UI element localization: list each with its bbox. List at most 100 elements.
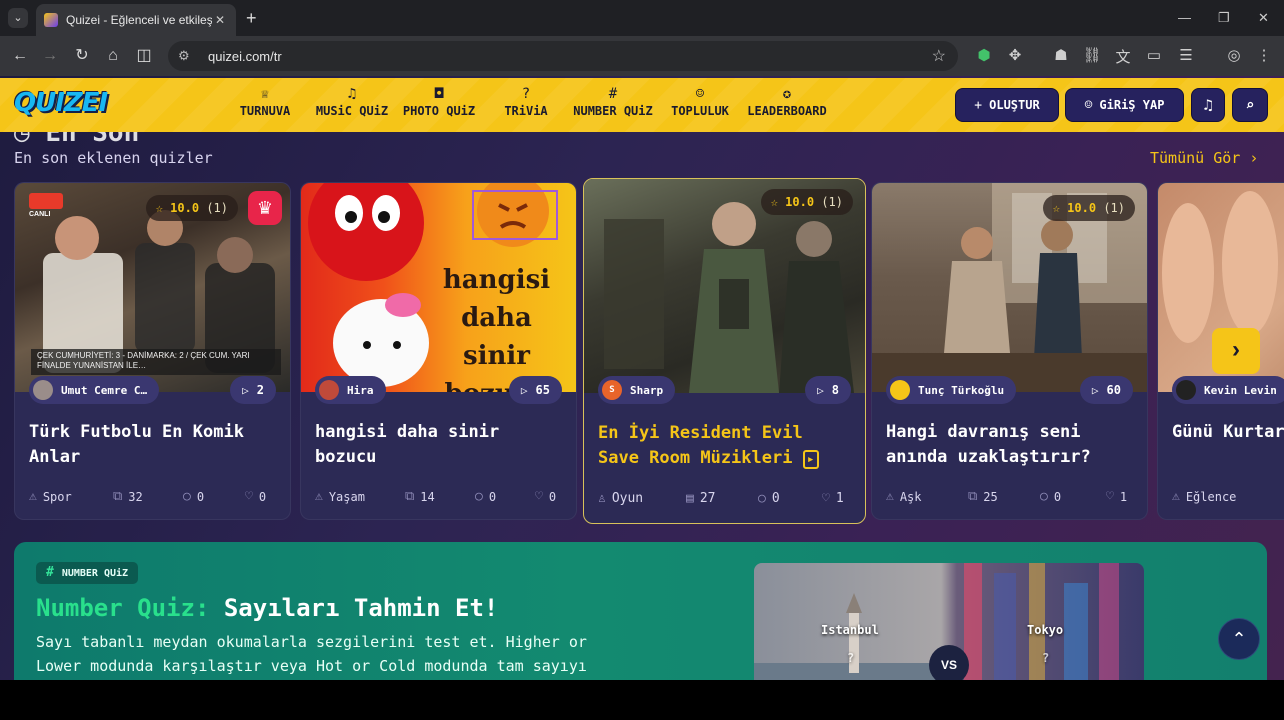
left-question-mark: ? (847, 651, 855, 665)
notifications-button[interactable]: ♫ (1191, 88, 1225, 122)
right-question-mark: ? (1042, 651, 1050, 665)
trophy-icon: ♕ (260, 86, 270, 102)
avatar (33, 380, 53, 400)
reading-list-icon[interactable]: ☰ (1176, 46, 1196, 64)
browser-toolbar: ← → ↻ ⌂ ◫ ⚙ quizei.com/tr ☆ ⬢ ✥ ☗ ⛓ 文 ▭ … (0, 36, 1284, 76)
quiz-card[interactable]: ☆ 10.0 (1) S Sharp ▷ 8 En İyi Resident Evi… (583, 178, 866, 524)
link-icon[interactable]: ⛓ (1082, 46, 1102, 64)
extension-shield-icon[interactable]: ⬢ (974, 46, 994, 64)
quiz-title[interactable]: En İyi Resident Evil Save Room Müzikleri… (598, 421, 853, 472)
author-chip[interactable]: Hira (315, 376, 386, 404)
author-chip[interactable]: S Sharp (598, 376, 676, 404)
tab-search-icon[interactable]: ⌄ (8, 8, 28, 28)
nav-community[interactable]: ☺ TOPLULUK (669, 84, 731, 118)
new-tab-icon[interactable]: + (246, 8, 257, 28)
quiz-meta: ♙ Oyun ▤ 27 ○ 0 ♡ 1 (598, 491, 844, 506)
avatar (890, 380, 910, 400)
thumb-live-label: CANLI (29, 211, 51, 218)
author-chip[interactable]: Tunç Türkoğlu (886, 376, 1017, 404)
heart-icon[interactable]: ♡ (245, 489, 253, 504)
translate-icon[interactable]: 文 (1113, 46, 1133, 67)
category-icon: ⚠ (886, 489, 894, 504)
quiz-title[interactable]: Günü Kurtaran Şey? (1172, 420, 1284, 445)
scroll-to-top-button[interactable]: ⌃ (1218, 618, 1260, 660)
avatar: S (602, 380, 622, 400)
quiz-card[interactable]: ☆ 10.0 (1) Tunç Türkoğlu ▷ 60 Hangi davra… (871, 182, 1148, 520)
forward-icon[interactable]: → (40, 46, 60, 66)
profile-icon[interactable]: ◎ (1224, 46, 1244, 64)
author-chip[interactable]: Kevin Levin (1172, 376, 1284, 404)
quiz-meta: ⚠ Yaşam ⧉ 14 ○ 0 ♡ 0 (315, 489, 557, 504)
back-icon[interactable]: ← (10, 46, 30, 66)
browser-tab[interactable]: Quizei - Eğlenceli ve etkileşimli ✕ (36, 4, 236, 36)
search-button[interactable]: ⌕ (1232, 88, 1268, 122)
heart-icon[interactable]: ♡ (822, 491, 830, 506)
bell-icon: ♫ (1203, 96, 1213, 114)
play-icon: ▷ (1091, 383, 1099, 397)
plus-icon: + (974, 97, 983, 113)
rating-badge: ☆ 10.0 (1) (760, 189, 853, 215)
number-quiz-banner[interactable]: # NUMBER QUiZ Number Quiz: Sayıları Tahmi… (14, 542, 1267, 680)
heart-icon[interactable]: ♡ (1106, 489, 1114, 504)
questions-icon: ⧉ (113, 489, 123, 504)
home-icon[interactable]: ⌂ (103, 46, 123, 66)
question-icon: ? (521, 86, 531, 102)
versus-preview[interactable]: Istanbul Tokyo ? ? VS (754, 563, 1144, 680)
nav-number-quiz[interactable]: # NUMBER QUiZ (571, 84, 655, 118)
address-bar[interactable]: ⚙ quizei.com/tr ☆ (168, 41, 958, 71)
incognito-icon[interactable]: ☗ (1051, 46, 1071, 64)
nav-photo-quiz[interactable]: ◘ PHOTO QUiZ (401, 84, 477, 118)
avatar (1176, 380, 1196, 400)
extensions-puzzle-icon[interactable]: ✥ (1005, 46, 1025, 64)
comment-icon: ○ (758, 491, 766, 506)
quiz-meta: ⚠ Aşk ⧉ 25 ○ 0 ♡ 1 (886, 489, 1128, 504)
see-all-link[interactable]: Tümünü Gör › (1150, 149, 1258, 167)
user-icon: ☺ (1084, 97, 1093, 113)
card-icon[interactable]: ▭ (1144, 46, 1164, 64)
quiz-title[interactable]: Türk Futbolu En Komik Anlar (29, 420, 278, 470)
close-window-icon[interactable]: ✕ (1258, 10, 1269, 26)
crown-icon: ♛ (248, 191, 282, 225)
category-icon: ⚠ (29, 489, 37, 504)
menu-icon[interactable]: ⋮ (1254, 46, 1274, 64)
heart-icon[interactable]: ♡ (535, 489, 543, 504)
favicon-icon (44, 13, 58, 27)
quiz-title[interactable]: Hangi davranış seni anında uzaklaştırır? (886, 420, 1135, 470)
restore-icon[interactable]: ❐ (1218, 10, 1230, 26)
hash-icon: # (46, 565, 54, 580)
star-icon: ☆ (155, 201, 171, 215)
star-icon: ☆ (1052, 201, 1068, 215)
close-tab-icon[interactable]: ✕ (212, 13, 228, 27)
section-subtitle: En son eklenen quizler (14, 149, 213, 167)
rating-badge: ☆ 10.0 (1) (1042, 195, 1135, 221)
vs-badge: VS (929, 645, 969, 680)
rating-badge: ☆ 10.0 (1) (145, 195, 238, 221)
quiz-thumbnail: hangisi daha sinir bozucu (301, 183, 576, 392)
nav-leaderboard[interactable]: ✪ LEADERBOARD (745, 84, 829, 118)
right-city-label: Tokyo (1027, 623, 1064, 637)
play-count: ▷ 60 (1079, 376, 1133, 404)
site-logo[interactable]: QUIZEI (14, 88, 108, 118)
quiz-title[interactable]: hangisi daha sinir bozucu (315, 420, 564, 470)
quiz-meta: ⚠ Eğlence (1172, 489, 1237, 504)
play-icon: ▷ (242, 383, 249, 397)
nav-trivia[interactable]: ? TRiViA (502, 84, 550, 118)
medal-icon: ✪ (782, 86, 792, 102)
split-view-icon[interactable]: ◫ (134, 46, 154, 66)
minimize-icon[interactable]: — (1178, 10, 1191, 25)
nav-music-quiz[interactable]: ♫ MUSiC QUiZ (314, 84, 390, 118)
number-quiz-description: Sayı tabanlı meydan okumalarla sezgileri… (36, 633, 587, 675)
site-info-icon[interactable]: ⚙ (178, 48, 196, 64)
quiz-card[interactable]: hangisi daha sinir bozucu Hira ▷65 hangi… (300, 182, 577, 520)
bookmark-star-icon[interactable]: ☆ (932, 46, 946, 66)
reload-icon[interactable]: ↻ (72, 46, 92, 66)
play-count: ▷ 8 (805, 376, 851, 404)
page-viewport: ◷ En Son En son eklenen quizler Tümünü G… (0, 76, 1284, 680)
star-icon: ☆ (770, 195, 786, 209)
author-chip[interactable]: Umut Cemre C… (29, 376, 160, 404)
create-button[interactable]: + OLUŞTUR (955, 88, 1059, 122)
login-button[interactable]: ☺ GiRiŞ YAP (1065, 88, 1184, 122)
carousel-next-button[interactable]: › (1212, 328, 1260, 374)
quiz-card[interactable]: ÇEK CUMHURİYETİ: 3 - DANİMARKA: 2 / ÇEK … (14, 182, 291, 520)
nav-tournament[interactable]: ♕ TURNUVA (238, 84, 292, 118)
